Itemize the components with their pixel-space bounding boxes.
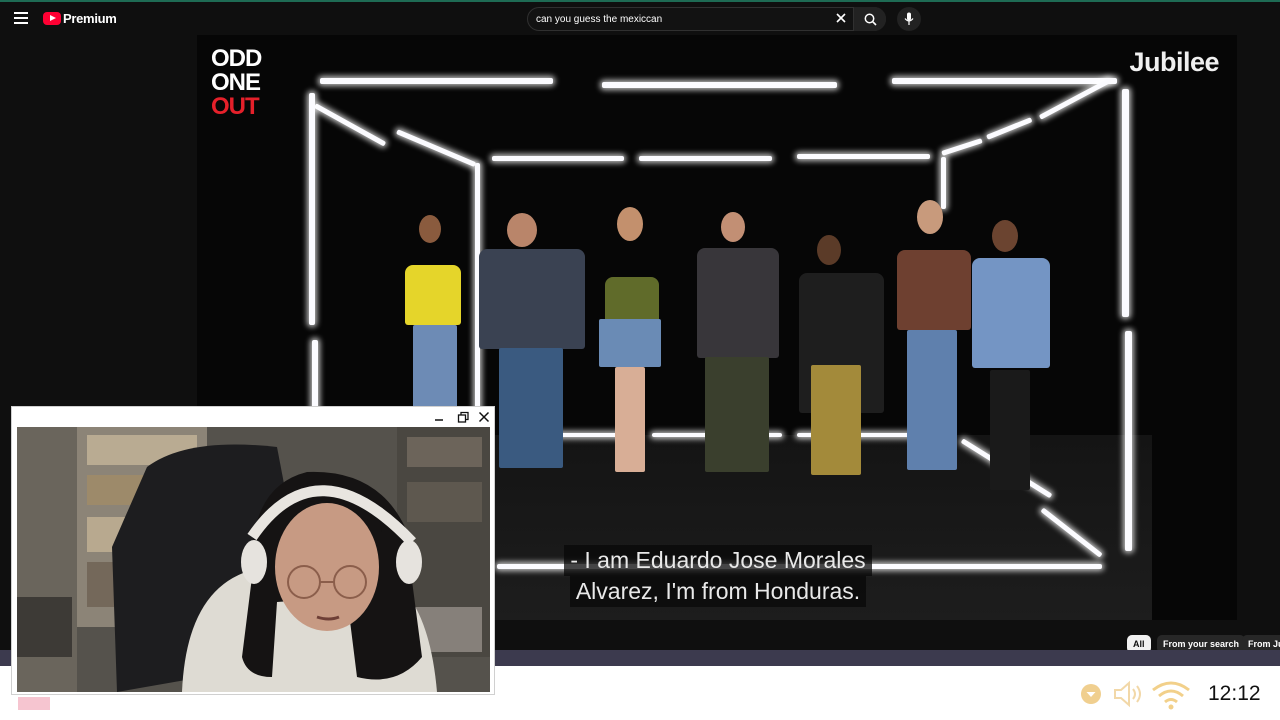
light-bar [1125,331,1132,551]
hamburger-menu-icon[interactable] [14,12,28,24]
volume-icon[interactable] [1112,680,1146,708]
show-logo-line: ODD [211,45,262,72]
light-bar [492,156,624,161]
close-icon[interactable] [477,410,491,424]
subtitle-line: - I am Eduardo Jose Morales [564,545,872,576]
light-bar [941,138,983,156]
light-bar [986,117,1033,140]
light-bar [309,93,315,325]
light-bar [892,78,1117,84]
light-bar [941,157,946,209]
webcam-overlay[interactable] [12,407,494,694]
youtube-play-icon [43,12,61,25]
logo-text: Premium [63,11,117,26]
show-logo-line: ONE [211,69,261,96]
search-box [527,7,886,31]
light-bar [313,103,387,147]
wifi-icon[interactable] [1150,678,1192,710]
search-input[interactable] [536,8,826,30]
subtitle-box: - I am Eduardo Jose Morales Alvarez, I'm… [552,545,884,607]
webcam-scene [17,427,490,692]
show-logo-line: OUT [211,93,260,120]
light-bar [639,156,772,161]
pink-block [18,697,50,710]
taskbar-clock[interactable]: 12:12 [1208,682,1261,706]
light-bar [1122,89,1129,317]
voice-search-button[interactable] [897,7,921,31]
youtube-premium-logo[interactable]: Premium [43,11,117,26]
update-badge-icon[interactable] [1080,683,1102,705]
light-bar [320,78,553,84]
close-icon[interactable] [835,12,847,24]
light-bar [396,129,477,168]
search-button[interactable] [853,7,886,31]
webcam-feed [17,427,490,692]
microphone-icon [904,12,914,25]
subtitle-line: Alvarez, I'm from Honduras. [569,576,867,607]
light-bar [797,154,930,159]
show-logo: ODD ONE OUT [211,45,262,120]
channel-watermark: Jubilee [1129,47,1219,77]
light-bar [1038,77,1112,120]
search-icon [864,13,877,26]
minimize-icon[interactable] [432,410,446,424]
restore-window-icon[interactable] [456,410,470,424]
masthead: Premium [0,0,1280,35]
light-bar [602,82,837,88]
